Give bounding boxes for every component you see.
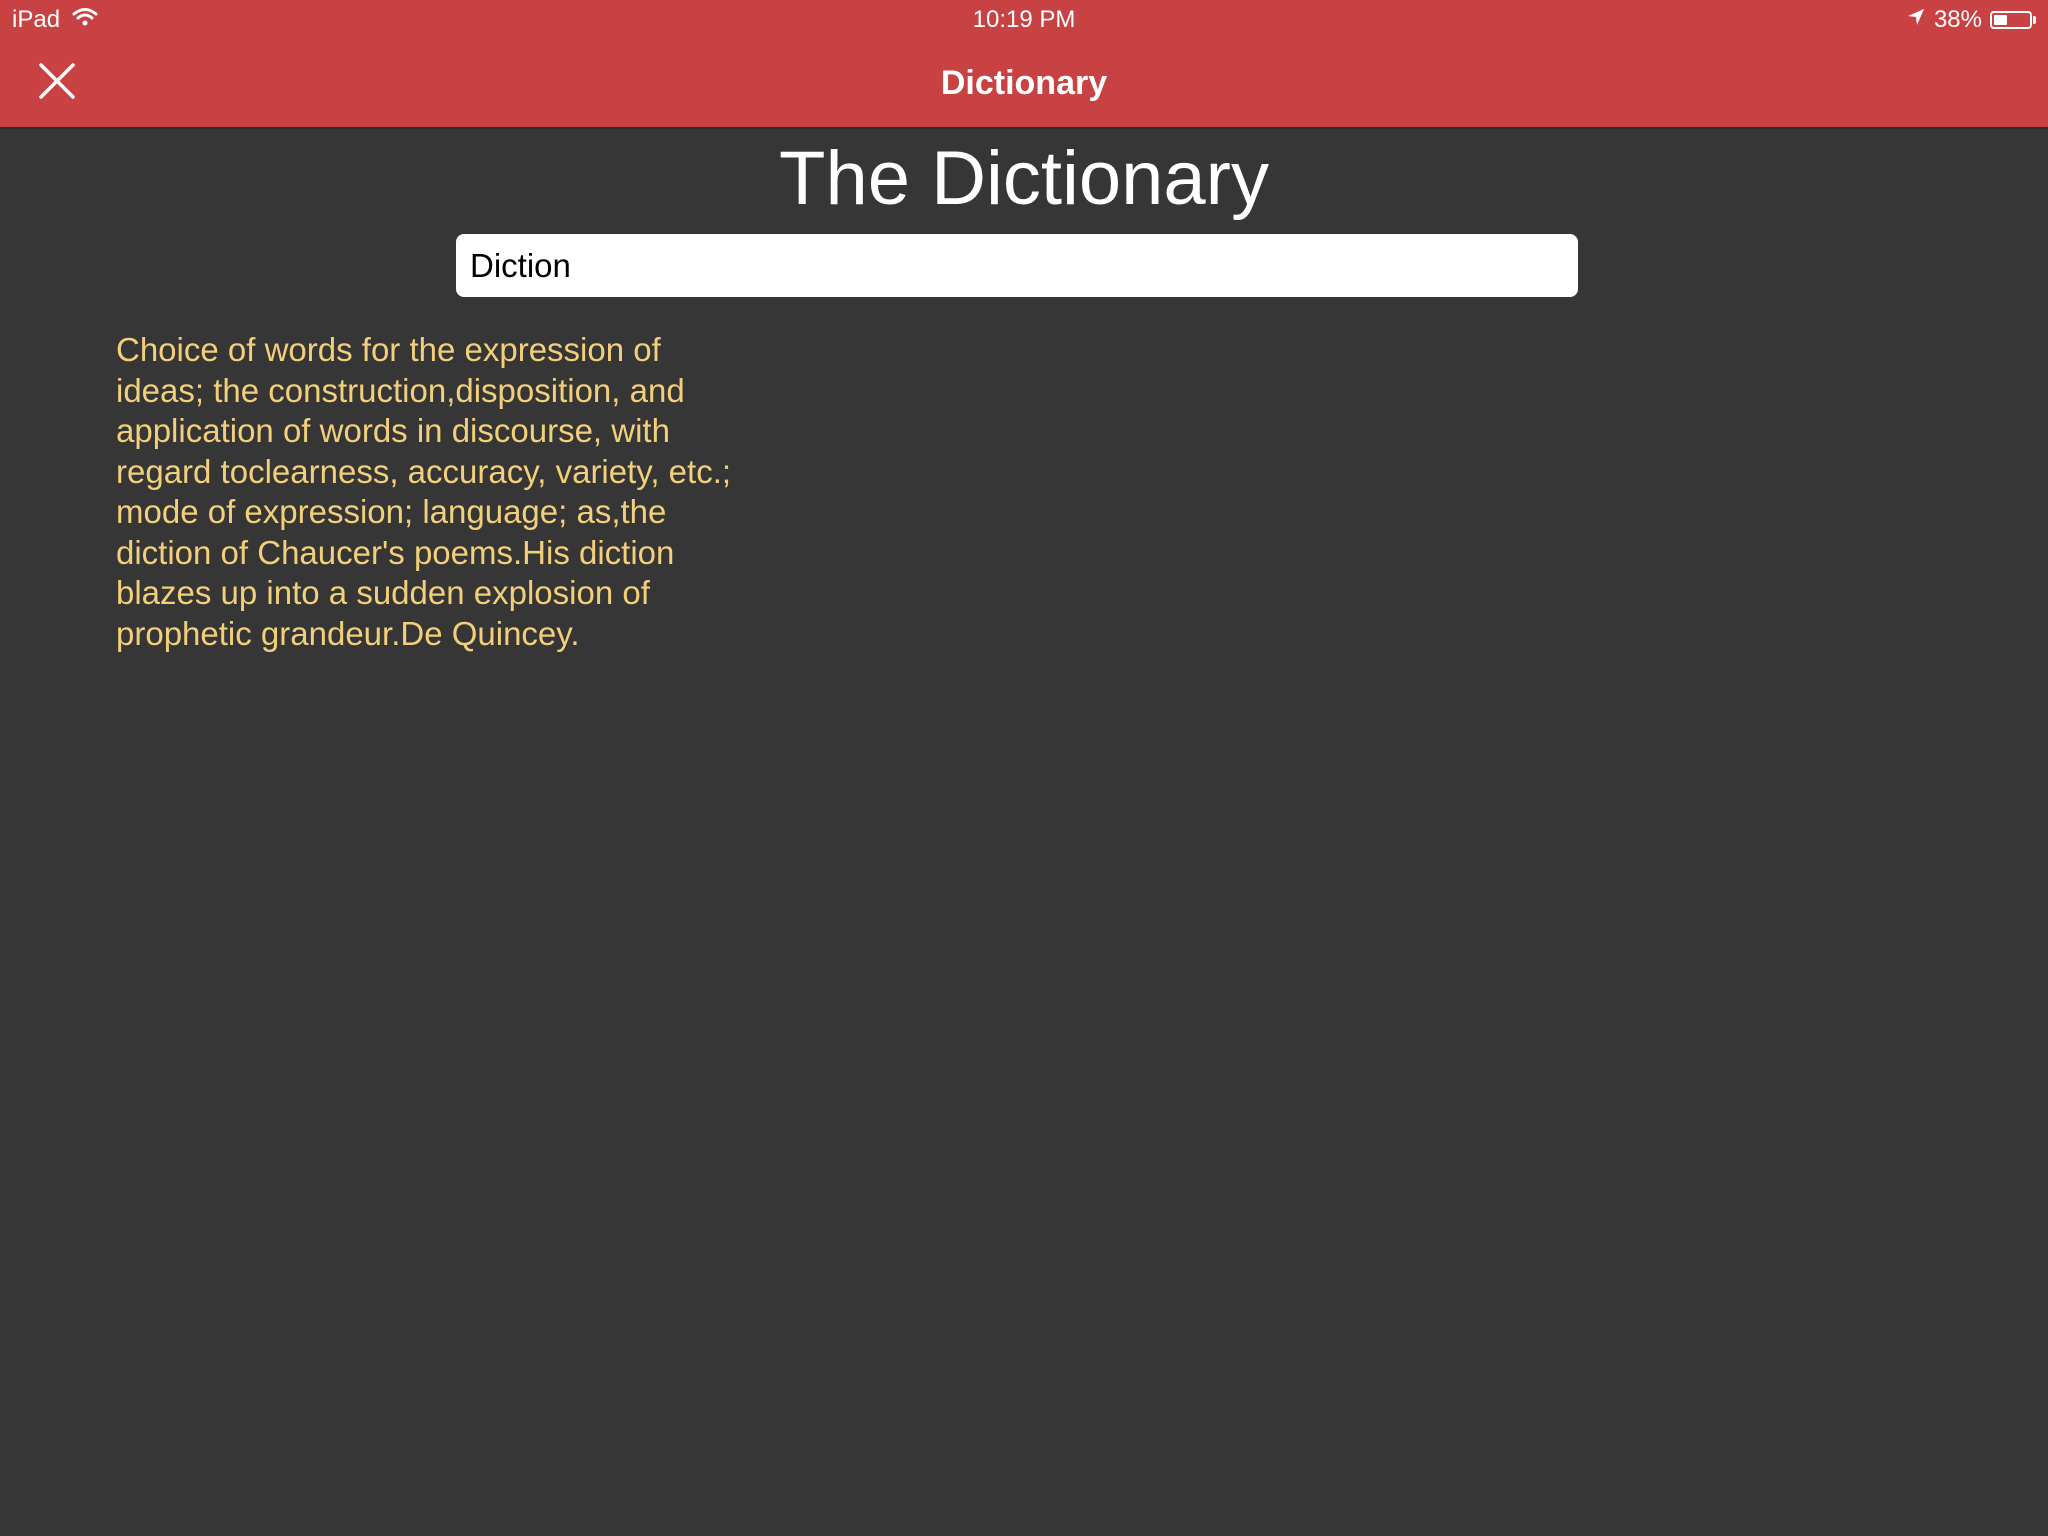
header: iPad 10:19 PM 38% Dictionary bbox=[0, 0, 2048, 129]
battery-percent: 38% bbox=[1933, 6, 1982, 33]
status-time: 10:19 PM bbox=[972, 6, 1076, 33]
battery-icon bbox=[1990, 11, 2036, 29]
definition-text: Choice of words for the expression of id… bbox=[116, 331, 732, 652]
status-bar: iPad 10:19 PM 38% bbox=[0, 0, 2048, 40]
app-screen: iPad 10:19 PM 38% Dictionary The Diction… bbox=[0, 0, 2048, 1536]
status-right: 38% bbox=[1906, 6, 2036, 34]
search-input[interactable] bbox=[456, 234, 1578, 297]
page-title: The Dictionary bbox=[779, 136, 1269, 221]
location-arrow-icon bbox=[1906, 6, 1926, 34]
nav-title: Dictionary bbox=[940, 64, 1108, 102]
battery-fill bbox=[1994, 15, 2007, 25]
battery-body bbox=[1990, 11, 2032, 29]
nav-bar: Dictionary bbox=[0, 40, 2048, 127]
battery-tip bbox=[2033, 16, 2036, 24]
